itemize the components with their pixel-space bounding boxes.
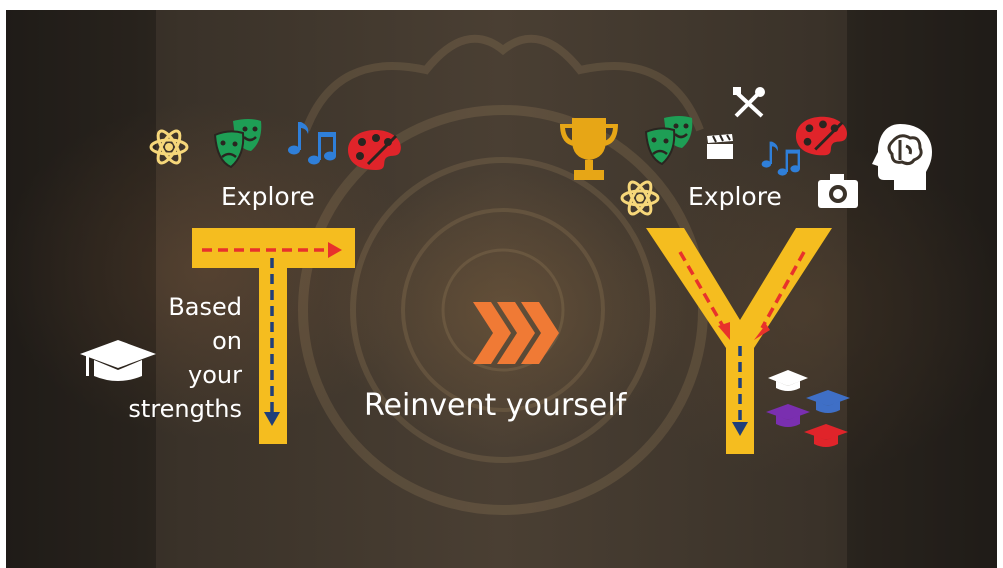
theater-masks-icon xyxy=(213,119,262,169)
university-seal-watermark xyxy=(298,34,708,515)
strengths-line-4: strengths xyxy=(128,395,242,423)
strengths-line-1: Based xyxy=(168,293,242,321)
theater-masks-icon-right xyxy=(644,116,693,166)
atom-icon xyxy=(149,129,189,165)
trophy-icon xyxy=(560,118,618,180)
strengths-line-2: on xyxy=(212,327,242,355)
atom-icon-right xyxy=(620,180,660,216)
clapperboard-icon xyxy=(707,134,733,159)
slide-background: Explore Based on your strengths Reinvent… xyxy=(6,10,997,568)
graduation-caps-icon xyxy=(766,370,850,447)
reinvent-label: Reinvent yourself xyxy=(364,388,627,423)
palette-icon-right xyxy=(795,116,847,156)
palette-icon xyxy=(348,130,401,170)
triple-chevron-right-icon xyxy=(473,302,559,364)
white-cap xyxy=(768,370,808,391)
strengths-label: Based on your strengths xyxy=(110,290,242,426)
music-notes-icon xyxy=(288,122,336,165)
tools-icon xyxy=(733,87,765,118)
left-explore-label: Explore xyxy=(221,182,315,211)
strengths-line-3: your xyxy=(188,361,242,389)
brain-head-icon xyxy=(872,124,932,190)
right-explore-label: Explore xyxy=(688,182,782,211)
camera-icon xyxy=(818,174,858,208)
